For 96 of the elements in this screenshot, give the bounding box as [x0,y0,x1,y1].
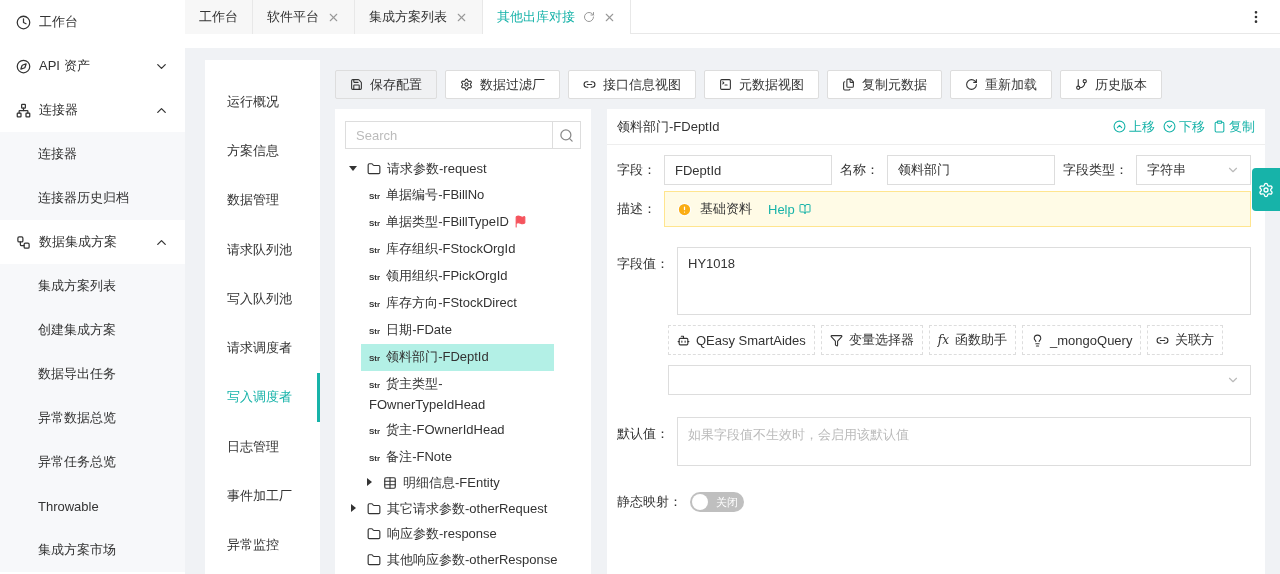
table-icon [383,476,397,491]
string-type-label: Str [369,380,381,390]
sidebar-subitem[interactable]: Throwable [0,484,185,528]
string-type-label: Str [369,218,381,228]
name-input[interactable]: 领料部门 [887,155,1055,185]
value-textarea[interactable]: HY1018 [677,247,1251,315]
nav-item[interactable]: 事件加工厂 [205,471,320,521]
tree-node[interactable]: Str 单据编号-FBillNo [361,181,541,209]
toolbar-button[interactable]: 重新加载 [950,70,1052,99]
toolbar-button[interactable]: 接口信息视图 [568,70,696,99]
helper-button[interactable]: QEasy SmartAides [668,325,815,355]
default-textarea[interactable]: 如果字段值不生效时，会启用该默认值 [677,417,1251,466]
tree-node[interactable]: Str 领料部门-FDeptId [361,343,554,371]
string-type-label: Str [369,245,381,255]
search-icon [559,127,574,143]
sidebar-subitem[interactable]: 数据导出任务 [0,352,185,396]
copy-icon [842,78,855,91]
field-label: 字段类型： [1063,161,1128,179]
nav-item[interactable]: 请求队列池 [205,224,320,275]
branch-icon [1075,78,1088,91]
field-title: 领料部门-FDeptId [617,117,720,136]
helper-button[interactable]: 关联方 [1147,325,1224,355]
tree-node[interactable]: Str 库存方向-FStockDirect [361,289,541,317]
folder-icon [367,552,381,567]
field-label: 字段值： [617,255,669,273]
tree-node[interactable]: 请求参数-request [363,157,491,180]
description-text: 基础资料 [700,200,752,218]
gear-icon [460,78,473,91]
field-label: 描述： [617,200,656,218]
sidebar-subitem[interactable]: 异常任务总览 [0,440,185,484]
book-icon [798,203,811,215]
tree-node[interactable]: Str 单据类型-FBillTypeID [361,208,541,236]
folder-icon [367,161,381,176]
toolbar-button[interactable]: 元数据视图 [704,70,819,99]
circle-chevron-up-icon [1113,120,1126,133]
terminal-icon [719,78,732,91]
tab[interactable]: 工作台 [185,0,253,34]
save-icon [350,78,363,91]
string-type-label: Str [369,272,381,282]
field-input[interactable]: FDeptId [664,155,832,185]
toolbar-button[interactable]: 复制元数据 [827,70,942,99]
tree-node[interactable]: Str 库存组织-FStockOrgId [361,235,541,263]
robot-icon [677,333,690,347]
circle-chevron-down-icon [1163,120,1176,133]
search-field[interactable]: Search [345,121,581,149]
field-label: 字段： [617,161,656,179]
clipboard-icon [1213,120,1226,133]
refresh-icon[interactable] [583,11,595,23]
nav-item[interactable]: 请求调度者 [205,323,320,373]
tree-node[interactable]: Str 领用组织-FPickOrgId [361,262,541,290]
folder-icon [367,527,381,542]
string-type-label: Str [369,426,381,436]
tree-node[interactable]: 明细信息-FEntity [379,472,504,495]
field-label: 名称： [840,161,879,179]
tree-node[interactable]: Str 备注-FNote [361,443,541,471]
link-icon [583,78,596,91]
nav-item[interactable]: 数据管理 [205,175,320,225]
settings-button[interactable] [1252,168,1280,211]
tree-node[interactable]: 其他响应参数-otherResponse [363,548,562,571]
function-symbol: fx [937,333,950,347]
toolbar-button[interactable]: 历史版本 [1060,70,1162,99]
helper-button[interactable]: _mongoQuery [1022,325,1142,355]
string-type-label: Str [369,191,381,201]
string-type-label: Str [369,453,381,463]
sidebar-subitem[interactable]: 集成方案市场 [0,528,185,572]
tree-node[interactable]: 其它请求参数-otherRequest [363,497,552,520]
string-type-label: Str [369,353,381,363]
refresh-icon [965,78,978,91]
nav-item[interactable]: 方案信息 [205,126,320,176]
string-type-label: Str [369,299,381,309]
tab[interactable]: 集成方案列表 [355,0,483,34]
field-label: 默认值： [617,425,669,443]
tab[interactable]: 软件平台 [253,0,355,34]
warning-icon [677,201,692,217]
tree-node[interactable]: 响应参数-response [363,523,501,546]
toolbar-button[interactable]: 保存配置 [335,70,437,99]
helper-button[interactable]: 变量选择器 [820,325,923,355]
field-label: 静态映射： [617,493,682,511]
tree-node[interactable]: Str 日期-FDate [361,316,541,344]
nav-item[interactable]: 运行概况 [205,77,320,127]
nav-item[interactable]: 日志管理 [205,422,320,472]
string-type-label: Str [369,326,381,336]
nav-item[interactable]: 写入队列池 [205,274,320,324]
sidebar-subitem[interactable]: 异常数据总览 [0,396,185,440]
sidebar-subitem[interactable]: 连接器 [0,132,185,176]
sidebar-subitem[interactable]: 连接器历史归档 [0,176,185,220]
type-select[interactable]: 字符串 [1136,155,1251,185]
sidebar-subitem[interactable]: 集成方案列表 [0,264,185,308]
helper-button[interactable]: fx 函数助手 [928,325,1017,355]
folder-icon [367,501,381,516]
toolbar-button[interactable]: 数据过滤厂 [445,70,560,99]
nav-item[interactable]: 异常监控 [205,520,320,570]
tree-node[interactable]: Str 货主类型-FOwnerTypeIdHead [361,370,541,417]
sidebar-subitem[interactable]: 创建集成方案 [0,308,185,352]
filter-icon [829,333,843,347]
tree-node[interactable]: Str 货主-FOwnerIdHead [361,416,541,444]
